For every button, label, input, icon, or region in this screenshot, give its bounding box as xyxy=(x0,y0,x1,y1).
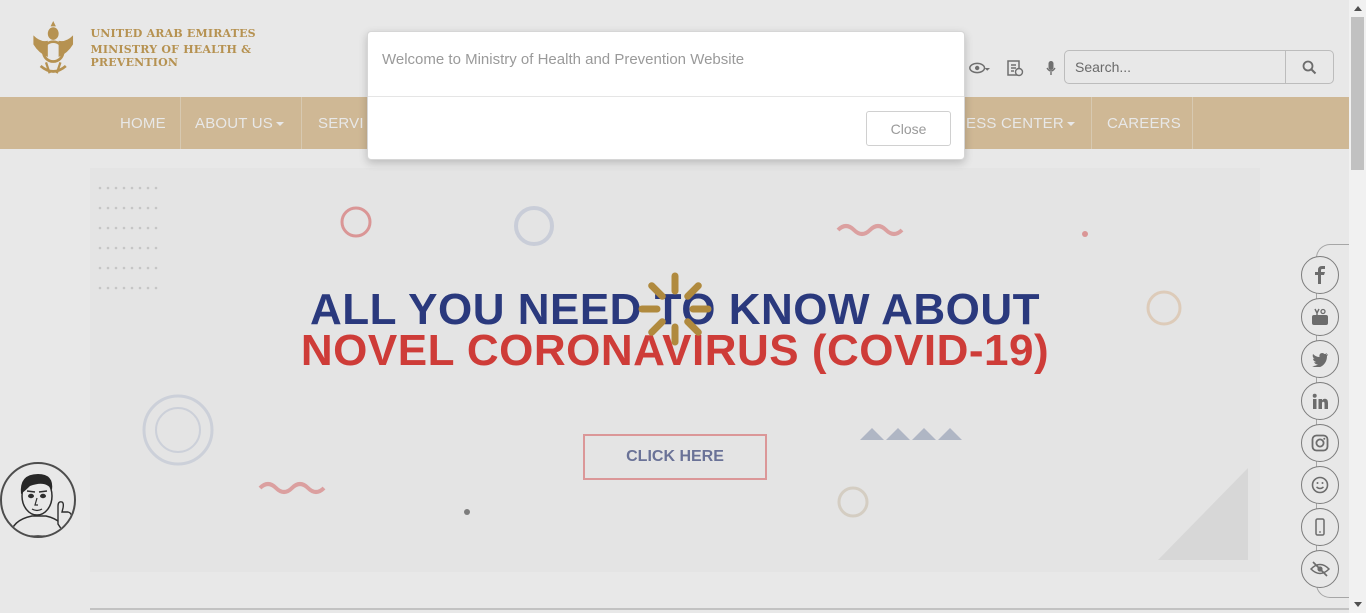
vertical-scrollbar[interactable] xyxy=(1349,0,1366,613)
scroll-down-arrow-icon[interactable] xyxy=(1349,596,1366,613)
scrollbar-thumb[interactable] xyxy=(1351,17,1364,170)
close-button[interactable]: Close xyxy=(866,111,951,146)
scroll-up-arrow-icon[interactable] xyxy=(1349,0,1366,17)
welcome-dialog: Welcome to Ministry of Health and Preven… xyxy=(367,31,965,160)
welcome-message: Welcome to Ministry of Health and Preven… xyxy=(368,32,964,97)
loading-spinner-icon xyxy=(638,272,712,346)
